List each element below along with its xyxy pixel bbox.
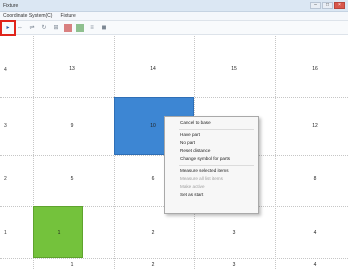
- split-icon[interactable]: ⇌: [28, 24, 36, 32]
- row-label: 4: [4, 67, 7, 73]
- menu-coordinate-system[interactable]: Coordinate System(C): [3, 13, 52, 19]
- maximize-button[interactable]: □: [322, 2, 333, 9]
- cell-number[interactable]: 2: [138, 230, 168, 236]
- close-button[interactable]: ×: [334, 2, 345, 9]
- window-title: Fixture: [3, 3, 19, 9]
- grid-icon[interactable]: ⊞: [52, 24, 60, 32]
- cell-number[interactable]: 3: [219, 230, 249, 236]
- context-menu-item[interactable]: Set as start: [165, 191, 258, 199]
- cell-number[interactable]: 9: [57, 123, 87, 129]
- context-menu-item[interactable]: Have part: [165, 131, 258, 139]
- camera-icon[interactable]: ◼: [100, 24, 108, 32]
- grid-line: [275, 36, 276, 269]
- cell-number[interactable]: 14: [138, 66, 168, 72]
- context-menu-item: Make active: [180, 184, 205, 189]
- column-label: 1: [70, 262, 74, 268]
- pointer-icon[interactable]: ▸: [0, 19, 16, 36]
- color-green-icon[interactable]: [76, 23, 84, 32]
- cell-number[interactable]: 15: [219, 66, 249, 72]
- menu-fixture[interactable]: Fixture: [60, 13, 75, 19]
- cell-number[interactable]: 4: [300, 230, 330, 236]
- context-menu-item[interactable]: Reset distance: [165, 147, 258, 155]
- context-menu: Cancel to base Have part No part Reset dist…: [164, 116, 259, 214]
- cell-number[interactable]: 5: [57, 176, 87, 182]
- title-bar: Fixture – □ ×: [0, 0, 348, 12]
- row-label: 2: [4, 176, 7, 182]
- color-red-icon[interactable]: [64, 23, 72, 32]
- grid-line: [0, 258, 348, 259]
- context-menu-item[interactable]: Measure selected items: [165, 167, 258, 175]
- row-label: 3: [4, 123, 7, 129]
- column-label: 4: [313, 262, 317, 268]
- context-menu-item: Measure all list items: [180, 176, 223, 181]
- menu-separator: [179, 128, 254, 130]
- context-menu-item[interactable]: Cancel to base: [165, 119, 258, 127]
- move-icon[interactable]: ⇔: [16, 24, 24, 32]
- align-icon[interactable]: ≡: [88, 24, 96, 32]
- context-menu-item[interactable]: No part: [165, 139, 258, 147]
- cell-number[interactable]: 1: [44, 230, 74, 236]
- cell-number[interactable]: 12: [300, 123, 330, 129]
- rotate-icon[interactable]: ↻: [40, 24, 48, 32]
- column-label: 3: [232, 262, 236, 268]
- window-controls: – □ ×: [310, 2, 345, 9]
- column-label: 2: [151, 262, 155, 268]
- context-menu-item[interactable]: Change symbol for parts: [165, 155, 258, 163]
- menu-separator: [179, 164, 254, 166]
- minimize-button[interactable]: –: [310, 2, 321, 9]
- row-label: 1: [4, 230, 7, 236]
- toolbar: ▸ ⇔ ⇌ ↻ ⊞ ≡ ◼: [0, 19, 348, 36]
- cell-number[interactable]: 16: [300, 66, 330, 72]
- cell-number[interactable]: 8: [300, 176, 330, 182]
- menu-bar: Coordinate System(C) Fixture: [0, 12, 348, 21]
- cell-number[interactable]: 13: [57, 66, 87, 72]
